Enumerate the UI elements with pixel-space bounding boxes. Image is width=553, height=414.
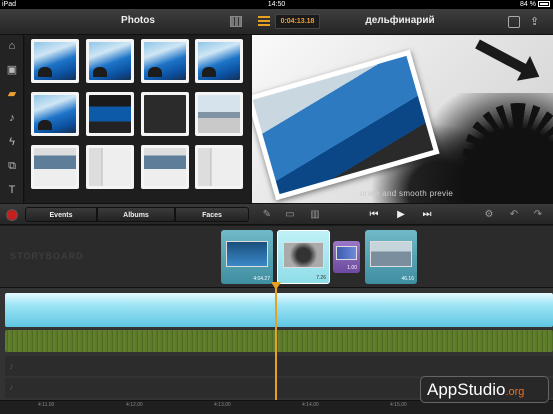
clip-duration: 46.16 [401,276,414,282]
music-note-icon: ♪ [9,382,14,392]
timecode-display: 0:04:13.18 [275,14,320,29]
undo-icon[interactable]: ↶ [507,208,521,222]
battery-icon [538,1,550,8]
watermark-logo: AppStudio.org [420,376,549,403]
photo-thumbnail[interactable] [31,145,79,189]
tab-events[interactable]: Events [25,207,97,222]
photo-thumbnail[interactable] [141,39,189,83]
share-icon[interactable]: ⇪ [530,16,542,28]
media-sidebar: ⌂ ▣ ▰ ♪ ϟ ⧉ T [0,35,24,203]
record-button[interactable] [7,210,17,220]
ruler-tick: 4:15.00 [390,402,407,408]
clip-duration: 7.26 [316,275,326,281]
music-note-icon[interactable]: ♪ [5,111,19,125]
photo-thumbnail[interactable] [86,39,134,83]
lightning-icon[interactable]: ϟ [5,135,19,149]
photo-thumbnail[interactable] [195,39,243,83]
clip-duration: 1.00 [347,265,357,271]
trash-icon[interactable]: ▥ [308,208,322,222]
tab-albums[interactable]: Albums [97,207,175,222]
photo-grid [25,35,250,203]
battery-indicator: 84 % [520,0,550,9]
preview-caption: urate and smooth previe [360,189,454,198]
top-bar: Photos 0:04:13.18 дельфинарий ⇪ [0,9,553,35]
skip-forward-icon[interactable]: ⏭ [419,208,435,222]
photo-thumbnail[interactable] [141,92,189,136]
storyboard-clip[interactable]: 46.16 [365,230,417,284]
photo-thumbnail[interactable] [195,145,243,189]
ruler-tick: 4:11.00 [38,402,55,408]
photo-thumbnail[interactable] [195,92,243,136]
photos-title: Photos [121,15,155,26]
arrow-graphic [475,39,533,77]
edit-icon[interactable] [508,16,520,28]
storyboard-clip-selected[interactable]: 7.26 [277,230,330,284]
clip-duration: 4:04.27 [253,276,270,282]
watermark-suffix: .org [505,386,525,398]
ruler-tick: 4:14.00 [302,402,319,408]
redo-icon[interactable]: ↷ [531,208,545,222]
ruler-tick: 4:12.00 [126,402,143,408]
list-view-icon[interactable] [258,16,270,27]
video-track[interactable] [5,293,553,327]
video-preview[interactable]: urate and smooth previe [252,35,553,203]
wrench-icon[interactable]: ✎ [260,208,274,222]
project-title: дельфинарий [365,15,435,26]
ruler-tick: 4:13.00 [214,402,231,408]
playhead[interactable] [271,282,281,400]
photo-thumbnail[interactable] [31,92,79,136]
play-icon[interactable]: ▶ [393,208,409,222]
transition-clip[interactable]: 1.00 [333,241,360,273]
photos-icon[interactable]: ▰ [5,87,19,101]
titles-icon[interactable]: ⧉ [5,159,19,173]
battery-label: 84 % [520,1,536,8]
skip-back-icon[interactable]: ⏮ [366,208,382,222]
photo-thumbnail[interactable] [86,145,134,189]
text-icon[interactable]: T [5,183,19,197]
audio-track[interactable] [5,330,553,352]
photo-thumbnail[interactable] [31,39,79,83]
storyboard-label: STORYBOARD [10,251,84,261]
home-icon[interactable]: ⌂ [5,39,19,53]
music-note-icon: ♪ [9,361,14,371]
storyboard-clip[interactable]: 4:04.27 [221,230,273,284]
storyboard: STORYBOARD 4:04.27 7.26 1.00 46.16 [0,226,553,288]
watermark-text: AppStudio [427,380,506,399]
music-track[interactable] [5,356,553,376]
film-icon[interactable]: ▣ [5,63,19,77]
settings-gear-icon[interactable]: ⚙ [482,208,496,222]
tab-faces[interactable]: Faces [175,207,249,222]
photo-thumbnail[interactable] [86,92,134,136]
split-clip-icon[interactable]: ▭ [283,208,297,222]
grid-view-icon[interactable] [230,16,242,27]
clock: 14:50 [267,1,286,8]
toolbar: Events Albums Faces ✎ ▭ ▥ ⏮ ▶ ⏭ ⚙ ↶ ↷ [0,203,553,225]
status-bar: iPad 14:50 84 % [0,0,553,9]
photo-thumbnail[interactable] [141,145,189,189]
